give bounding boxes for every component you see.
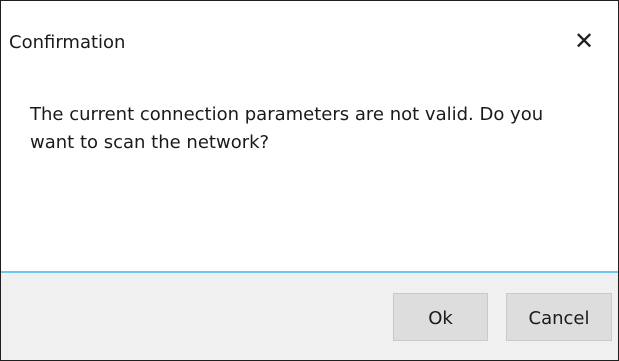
cancel-button[interactable]: Cancel bbox=[506, 293, 612, 341]
ok-button[interactable]: Ok bbox=[393, 293, 488, 341]
dialog-message: The current connection parameters are no… bbox=[30, 104, 544, 153]
dialog-title: Confirmation bbox=[9, 32, 126, 53]
close-icon: ✕ bbox=[573, 27, 595, 55]
dialog-titlebar: Confirmation ✕ bbox=[1, 1, 618, 83]
dialog-footer: Ok Cancel bbox=[1, 273, 618, 360]
confirmation-dialog: Confirmation ✕ The current connection pa… bbox=[0, 0, 619, 361]
dialog-content: The current connection parameters are no… bbox=[1, 83, 618, 271]
close-button[interactable]: ✕ bbox=[569, 26, 599, 56]
